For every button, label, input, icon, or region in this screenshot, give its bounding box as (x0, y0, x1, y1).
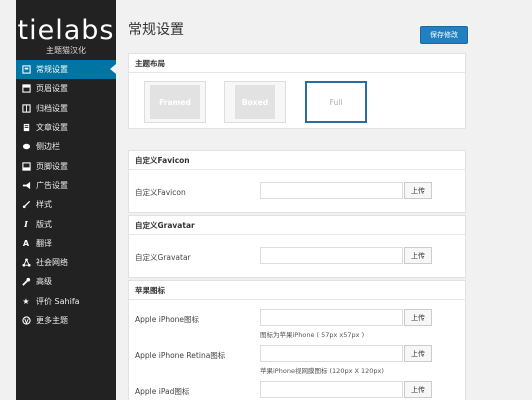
gravatar-section: 自定义Gravatar 自定义Gravatar 上传 (128, 215, 466, 278)
sidebar-item-label: 样式 (36, 200, 52, 210)
logo-subtitle: 主题猫汉化 (46, 46, 86, 55)
field-label: 自定义Gravatar (135, 253, 191, 262)
apple-ipad-input[interactable] (260, 381, 403, 398)
favicon-section: 自定义Favicon 自定义Favicon 上传 (128, 150, 466, 213)
sidebar-item-typography[interactable]: I 版式 (16, 214, 116, 233)
sidebar-item-style[interactable]: 样式 (16, 195, 116, 214)
gravatar-upload-button[interactable]: 上传 (404, 247, 432, 264)
network-icon (21, 258, 31, 268)
sidebar-item-label: 评价 Sahifa (36, 296, 80, 306)
sidebar-item-sidebar[interactable]: 侧边栏 (16, 137, 116, 156)
layout-label: Full (307, 83, 365, 121)
sidebar-item-label: 侧边栏 (36, 142, 60, 152)
archive-icon (21, 103, 31, 113)
sidebar-item-label: 文章设置 (36, 123, 68, 133)
layout-options: Framed Boxed Full (129, 73, 465, 129)
gravatar-input[interactable] (260, 247, 403, 264)
sidebar-item-label: 页眉设置 (36, 84, 68, 94)
page-title: 常规设置 (128, 22, 184, 38)
sidebar-item-general[interactable]: 常规设置 (16, 60, 116, 80)
section-title: 自定义Gravatar (129, 216, 465, 235)
post-icon (21, 123, 31, 133)
sidebar-item-footer[interactable]: 页脚设置 (16, 156, 116, 175)
sidebar-item-label: 归档设置 (36, 103, 68, 113)
tielabs-logo: tielabs 主题猫汉化 (16, 0, 116, 60)
italic-icon: I (24, 219, 28, 230)
sidebar-item-translate[interactable]: A 翻译 (16, 234, 116, 253)
favicon-row: 自定义Favicon 上传 (129, 178, 465, 204)
field-label: Apple iPhone图标 (135, 315, 200, 324)
wordpress-icon (21, 316, 31, 326)
field-hint: 图标为苹果iPhone ( 57px x57px ) (260, 331, 365, 339)
layout-full-option[interactable]: Full (305, 81, 367, 123)
layout-label: Boxed (235, 85, 275, 119)
sidebar-item-label: 页脚设置 (36, 161, 68, 171)
apple-iphone-row: Apple iPhone图标 上传 图标为苹果iPhone ( 57px x57… (129, 305, 465, 341)
sidebar-item-advanced[interactable]: 高级 (16, 272, 116, 291)
sidebar-item-archive[interactable]: 归档设置 (16, 99, 116, 118)
favicon-input[interactable] (260, 182, 403, 199)
sidebar-icon (21, 142, 31, 152)
field-label: Apple iPhone Retina图标 (135, 351, 226, 360)
apple-iphone-retina-upload-button[interactable]: 上传 (404, 345, 432, 362)
sidebar-item-social[interactable]: 社会网络 (16, 253, 116, 272)
field-label: 自定义Favicon (135, 188, 186, 197)
save-button[interactable]: 保存修改 (420, 26, 468, 44)
wrench-icon (21, 277, 31, 287)
logo-text: tielabs (17, 15, 115, 46)
layout-boxed-option[interactable]: Boxed (224, 81, 286, 123)
sidebar-item-more-themes[interactable]: 更多主题 (16, 311, 116, 330)
sidebar-item-label: 高级 (36, 277, 52, 287)
megaphone-icon (21, 180, 31, 190)
admin-left-strip (0, 0, 16, 400)
sidebar-item-label: 广告设置 (36, 180, 68, 190)
sidebar-item-header[interactable]: 页眉设置 (16, 79, 116, 98)
section-title: 主题布局 (129, 54, 465, 73)
layout-label: Framed (150, 85, 200, 119)
sidebar-item-label: 社会网络 (36, 258, 68, 268)
favicon-upload-button[interactable]: 上传 (404, 182, 432, 199)
apple-ipad-row: Apple iPad图标 上传 (129, 377, 465, 400)
sidebar-item-post[interactable]: 文章设置 (16, 118, 116, 137)
footer-icon (21, 161, 31, 171)
sidebar-item-rate[interactable]: ★ 评价 Sahifa (16, 292, 116, 311)
sidebar-item-ads[interactable]: 广告设置 (16, 176, 116, 195)
apple-ipad-upload-button[interactable]: 上传 (404, 381, 432, 398)
apple-iphone-retina-input[interactable] (260, 345, 403, 362)
apple-iphone-upload-button[interactable]: 上传 (404, 309, 432, 326)
layout-section: 主题布局 Framed Boxed Full (128, 53, 466, 129)
gravatar-row: 自定义Gravatar 上传 (129, 243, 465, 269)
header-icon (21, 84, 31, 94)
sidebar-item-label: 更多主题 (36, 316, 68, 325)
sidebar-item-label: 版式 (36, 219, 52, 229)
field-hint: 苹果iPhone视网膜图标 (120px X 120px) (260, 367, 384, 375)
star-icon: ★ (22, 296, 30, 306)
sidebar-item-label: 常规设置 (36, 65, 68, 75)
section-title: 苹果图标 (129, 281, 465, 300)
field-label: Apple iPad图标 (135, 387, 190, 396)
sidebar-item-label: 翻译 (36, 238, 52, 248)
theme-options-sidebar: tielabs 主题猫汉化 常规设置 页眉设置 归档设置 文章设置 侧边栏 页脚… (16, 0, 116, 400)
layout-framed-option[interactable]: Framed (144, 81, 206, 123)
section-title: 自定义Favicon (129, 151, 465, 170)
main-content: 常规设置 保存修改 主题布局 Framed Boxed Full 自定义Favi… (128, 10, 468, 400)
apple-iphone-retina-row: Apple iPhone Retina图标 上传 苹果iPhone视网膜图标 (… (129, 341, 465, 377)
brush-icon (21, 200, 31, 210)
translate-icon: A (22, 238, 30, 248)
settings-icon (21, 65, 31, 75)
apple-icons-section: 苹果图标 Apple iPhone图标 上传 图标为苹果iPhone ( 57p… (128, 280, 466, 400)
apple-iphone-input[interactable] (260, 309, 403, 326)
